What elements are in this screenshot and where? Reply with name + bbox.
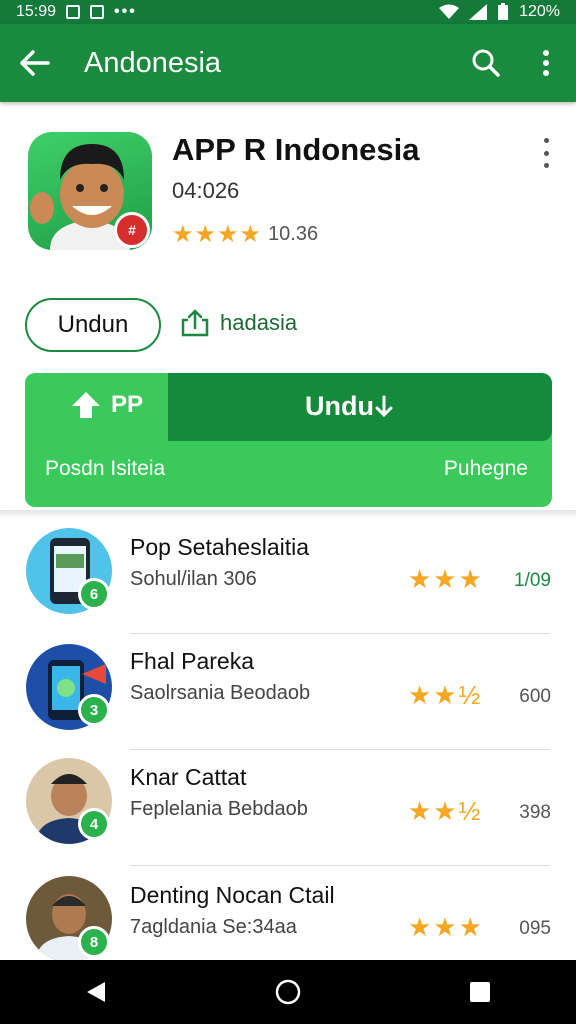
search-icon [472,49,500,77]
list-badge: 6 [78,578,110,610]
app-name: APP R Indonesia [172,132,420,167]
app-meta: 04:026 [172,178,240,203]
chart-notification-icon [90,5,105,19]
download-banner: PP Undu Posdn Isiteia Puhegne [25,373,552,507]
action-row: Undun hadasia [0,298,576,354]
list-item-subtitle: 7agldania Se:34aa [130,916,297,938]
list-item-subtitle: Saolrsania Beodaob [130,682,311,704]
app-more-button[interactable] [538,138,554,168]
list-stars-icon: ★★½ [408,680,483,710]
list-item-count: 095 [519,918,551,939]
app-header: # APP R Indonesia 04:026 ★★★★ 10.36 [0,102,576,292]
download-label: Undu [305,391,374,421]
more-dot-icon [543,138,549,143]
status-bar: 15:99 ••• 120% [0,0,576,24]
list-item-subtitle: Sohul/ilan 306 [130,568,257,590]
circle-home-icon [275,979,301,1005]
arrow-back-icon [20,50,50,76]
divider [0,510,576,518]
more-vert-icon [543,50,549,76]
download-arrow-icon [375,395,393,417]
rating-stars-icon: ★★★★ [172,221,263,248]
square-recents-icon [470,982,490,1002]
overflow-menu-button[interactable] [516,33,576,93]
banner-left-label: Posdn Isiteia [45,457,166,480]
app-bar: Andonesia [0,24,576,102]
rating-count: 10.36 [268,223,319,245]
list-item[interactable]: 6 Pop Setaheslaitia Sohul/ilan 306 ★★★ 1… [0,518,576,634]
battery-level: 120% [519,3,560,20]
list-item-title: Fhal Pareka [130,648,255,674]
list-stars-icon: ★★★ [408,564,484,594]
banner-left-top-label: PP [111,391,144,418]
share-icon [181,309,209,337]
list-badge: 3 [78,694,110,726]
wifi-icon [439,4,460,19]
list-stars-icon: ★★★ [408,912,484,942]
list-item[interactable]: 3 Fhal Pareka Saolrsania Beodaob ★★½ 600 [0,634,576,750]
download-button[interactable]: Undu [305,391,394,422]
list-item-title: Knar Cattat [130,764,247,790]
list-item-count: 600 [519,686,551,707]
more-dot-icon [543,150,549,156]
list-item-title: Pop Setaheslaitia [130,534,310,560]
install-button[interactable]: Undun [25,298,161,352]
back-button[interactable] [0,24,70,102]
signal-icon [469,4,488,20]
app-bar-title: Andonesia [84,46,222,79]
list-badge: 4 [78,808,110,840]
list-stars-icon: ★★½ [408,796,483,826]
app-rating: ★★★★ 10.36 [172,220,318,249]
home-arrow-icon [72,392,100,418]
nav-back-button[interactable] [56,960,136,1024]
share-button[interactable]: hadasia [180,308,297,338]
list-item[interactable]: 4 Knar Cattat Feplelania Bebdaob ★★½ 398 [0,750,576,866]
banner-right-label: Puhegne [443,457,528,480]
banner-upload[interactable]: PP [71,391,143,419]
list-badge: 8 [78,926,110,958]
app-icon[interactable]: # [28,132,152,250]
app-badge-icon: # [114,212,150,248]
list-item-count: 398 [519,802,551,823]
triangle-back-icon [87,982,105,1002]
share-label: hadasia [220,310,298,335]
nav-home-button[interactable] [248,960,328,1024]
list-item-count: 1/09 [514,570,551,591]
list-item-title: Denting Nocan Ctail [130,882,335,908]
more-notifications-icon: ••• [114,3,137,20]
battery-icon [498,3,509,20]
nav-recents-button[interactable] [440,960,520,1024]
notification-icon [66,5,81,19]
system-nav-bar [0,960,576,1024]
list-item-subtitle: Feplelania Bebdaob [130,798,308,820]
status-time: 15:99 [16,3,57,20]
more-dot-icon [543,163,549,168]
search-button[interactable] [456,33,516,93]
